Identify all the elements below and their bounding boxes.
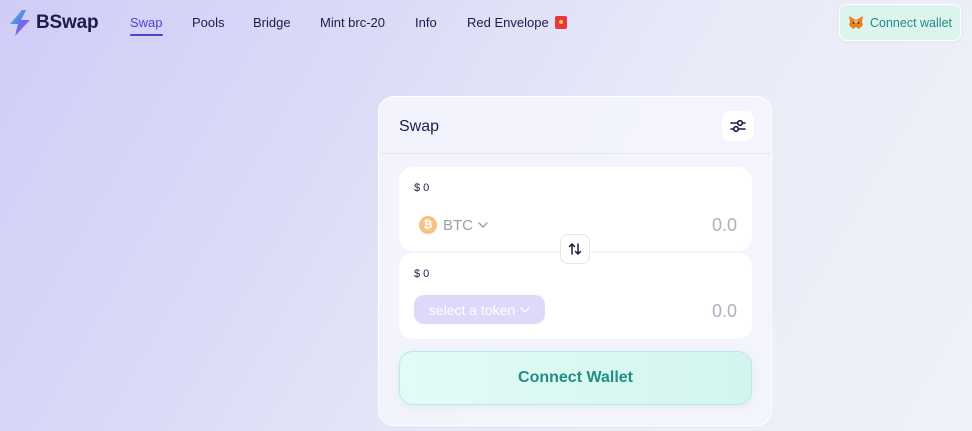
from-token-selector[interactable]: ₿ BTC xyxy=(419,214,488,236)
top-navbar: BSwap Swap Pools Bridge Mint brc-20 Info… xyxy=(0,0,972,44)
sliders-icon xyxy=(730,119,746,133)
card-divider xyxy=(379,153,771,154)
metamask-fox-icon xyxy=(849,16,863,29)
nav-swap[interactable]: Swap xyxy=(130,15,163,36)
connect-wallet-button[interactable]: Connect Wallet xyxy=(399,351,752,405)
settings-button[interactable] xyxy=(722,111,754,141)
to-token-panel: $ 0 select a token 0.0 xyxy=(399,253,752,339)
connect-wallet-header-button[interactable]: Connect wallet xyxy=(839,4,961,41)
nav-pools[interactable]: Pools xyxy=(192,15,225,30)
select-token-button[interactable]: select a token xyxy=(414,295,545,324)
bswap-logo-icon xyxy=(10,10,30,36)
select-token-label: select a token xyxy=(428,301,516,318)
from-token-name: BTC xyxy=(443,216,473,234)
nav-red-envelope[interactable]: Red Envelope xyxy=(467,15,567,30)
nav-info[interactable]: Info xyxy=(415,15,437,30)
logo-text: BSwap xyxy=(36,12,99,33)
chevron-down-icon xyxy=(478,222,488,228)
swap-card-title: Swap xyxy=(399,118,440,135)
logo[interactable]: BSwap xyxy=(7,9,99,37)
swap-arrows-icon xyxy=(568,243,582,255)
from-amount-input[interactable]: 0.0 xyxy=(712,215,737,236)
chevron-down-icon xyxy=(520,306,530,313)
switch-tokens-button[interactable] xyxy=(560,234,590,264)
nav-mint-brc20[interactable]: Mint brc-20 xyxy=(320,15,385,30)
red-envelope-icon xyxy=(554,16,567,29)
to-amount-input[interactable]: 0.0 xyxy=(712,301,737,322)
nav-red-envelope-label: Red Envelope xyxy=(467,15,549,30)
to-usd-value: $ 0 xyxy=(414,268,430,280)
nav-bridge[interactable]: Bridge xyxy=(253,15,291,30)
connect-wallet-header-label: Connect wallet xyxy=(870,15,952,30)
from-usd-value: $ 0 xyxy=(414,182,430,194)
connect-wallet-label: Connect Wallet xyxy=(518,369,633,386)
swap-card: Swap $ 0 ₿ BTC 0.0 $ 0 select a token 0.… xyxy=(378,96,772,426)
bitcoin-icon: ₿ xyxy=(419,216,437,234)
